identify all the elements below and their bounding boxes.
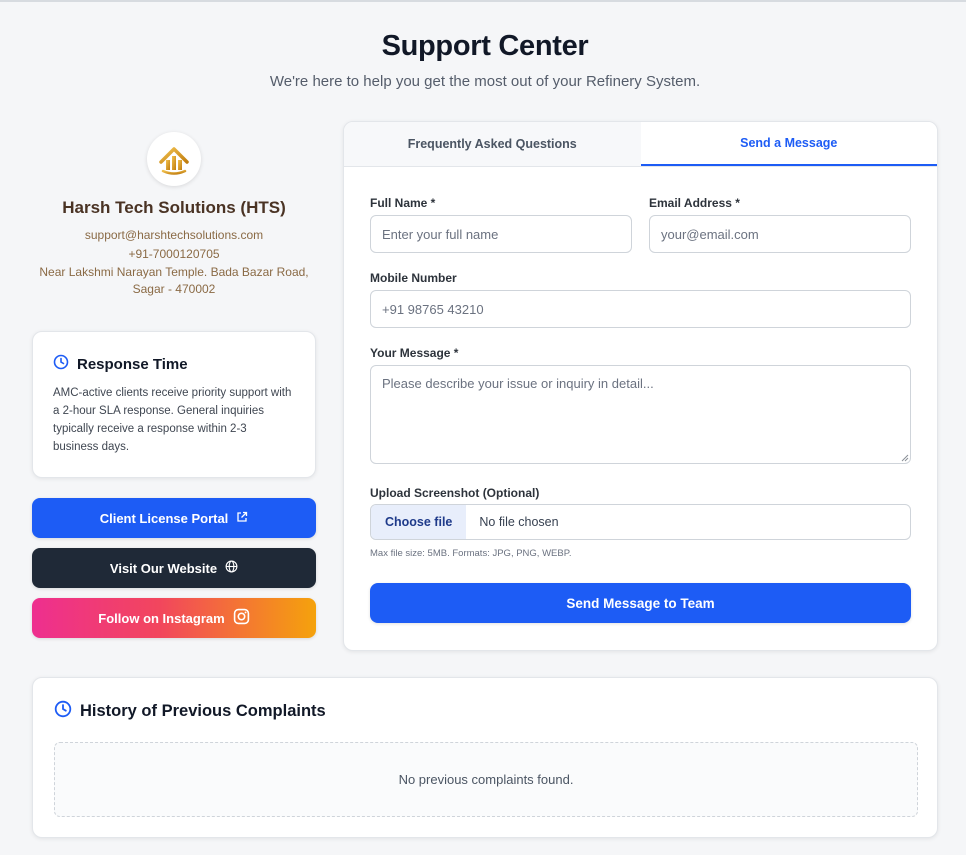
company-address-line2: Sagar - 470002 — [132, 282, 216, 296]
company-email: support@harshtechsolutions.com — [84, 228, 264, 242]
globe-icon — [225, 560, 238, 576]
external-link-icon — [236, 511, 248, 526]
response-time-description: AMC-active clients receive priority supp… — [53, 387, 292, 453]
choose-file-button[interactable]: Choose file — [371, 505, 467, 539]
file-upload-field[interactable]: Choose file No file chosen — [370, 504, 911, 540]
history-clock-icon — [54, 700, 72, 723]
full-name-label: Full Name * — [370, 196, 436, 210]
support-form-card: Frequently Asked Questions Send a Messag… — [343, 121, 938, 651]
resize-grip-icon[interactable] — [901, 454, 909, 462]
file-status: No file chosen — [479, 515, 559, 529]
mobile-label: Mobile Number — [370, 271, 457, 285]
company-phone: +91-7000120705 — [128, 247, 220, 261]
page-title: Support Center — [381, 30, 589, 62]
follow-instagram-label: Follow on Instagram — [98, 610, 225, 626]
clock-icon — [53, 354, 69, 374]
page-header: Support Center We're here to help you ge… — [0, 30, 966, 90]
page-subtitle: We're here to help you get the most out … — [269, 73, 701, 90]
visit-website-label: Visit Our Website — [109, 560, 218, 576]
company-logo-icon — [159, 147, 189, 175]
email-label: Email Address * — [649, 196, 740, 210]
tab-faq[interactable]: Frequently Asked Questions — [344, 122, 641, 166]
client-license-portal-label: Client License Portal — [99, 510, 229, 526]
email-input[interactable] — [649, 215, 911, 253]
full-name-input[interactable] — [370, 215, 632, 253]
instagram-icon — [233, 608, 250, 628]
message-label: Your Message * — [370, 346, 459, 360]
visit-website-button[interactable]: Visit Our Website — [32, 548, 316, 588]
response-time-card: Response Time AMC-active clients receive… — [32, 331, 316, 478]
upload-hint: Max file size: 5MB. Formats: JPG, PNG, W… — [370, 548, 572, 559]
history-title: History of Previous Complaints — [80, 702, 326, 720]
client-license-portal-button[interactable]: Client License Portal — [32, 498, 316, 538]
message-textarea[interactable] — [370, 365, 911, 464]
company-address-line1: Near Lakshmi Narayan Temple. Bada Bazar … — [39, 265, 309, 279]
mobile-input[interactable] — [370, 290, 911, 328]
send-message-button[interactable]: Send Message to Team — [370, 583, 911, 623]
upload-label: Upload Screenshot (Optional) — [370, 486, 540, 500]
tab-bar: Frequently Asked Questions Send a Messag… — [344, 122, 937, 167]
company-logo — [147, 132, 201, 186]
follow-instagram-button[interactable]: Follow on Instagram — [32, 598, 316, 638]
company-info: Harsh Tech Solutions (HTS) support@harsh… — [32, 132, 316, 298]
tab-send-message[interactable]: Send a Message — [640, 122, 937, 166]
company-name: Harsh Tech Solutions (HTS) — [62, 198, 286, 217]
response-time-title: Response Time — [77, 355, 188, 373]
history-empty-state: No previous complaints found. — [54, 742, 918, 817]
complaint-history-card: History of Previous Complaints No previo… — [32, 677, 938, 838]
